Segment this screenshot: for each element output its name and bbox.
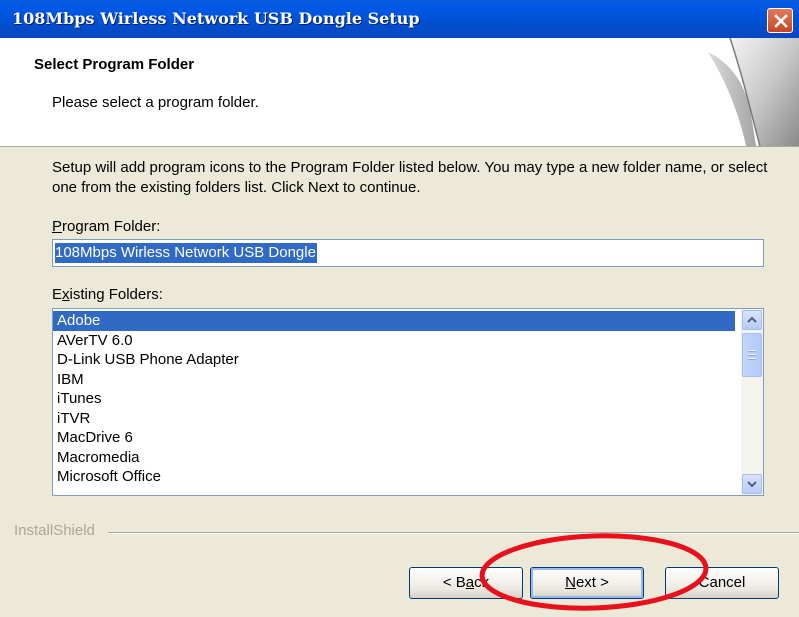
folder-list-item[interactable]: iTVR bbox=[53, 409, 735, 429]
folder-list-item[interactable]: Macromedia bbox=[53, 448, 735, 468]
existing-folders-list[interactable]: Adobe AVerTV 6.0 D-Link USB Phone Adapte… bbox=[52, 308, 764, 496]
chevron-down-icon bbox=[747, 481, 757, 488]
chevron-up-icon bbox=[747, 316, 757, 323]
program-folder-input[interactable]: 108Mbps Wirless Network USB Dongle bbox=[52, 239, 764, 267]
program-folder-label: Program Folder: bbox=[52, 218, 161, 235]
next-button[interactable]: Next > bbox=[530, 567, 644, 599]
program-folder-value: 108Mbps Wirless Network USB Dongle bbox=[55, 243, 317, 263]
scrollbar-thumb[interactable] bbox=[742, 333, 762, 377]
folder-list-item[interactable]: D-Link USB Phone Adapter bbox=[53, 350, 735, 370]
instructions-text: Setup will add program icons to the Prog… bbox=[52, 159, 768, 196]
page-subtitle: Please select a program folder. bbox=[52, 94, 259, 111]
existing-folders-label: Existing Folders: bbox=[52, 286, 163, 303]
back-button[interactable]: < Back bbox=[409, 567, 523, 599]
window-title: 108Mbps Wirless Network USB Dongle Setup bbox=[12, 9, 420, 28]
folder-list-item[interactable]: IBM bbox=[53, 370, 735, 390]
close-icon bbox=[774, 14, 788, 28]
vertical-scrollbar[interactable] bbox=[741, 309, 763, 495]
installshield-page-curl-graphic bbox=[708, 38, 799, 146]
page-title: Select Program Folder bbox=[34, 56, 195, 73]
scroll-down-button[interactable] bbox=[742, 474, 762, 494]
folder-list-item[interactable]: Adobe bbox=[53, 311, 735, 331]
installshield-brand: InstallShield bbox=[14, 522, 101, 539]
setup-dialog: 108Mbps Wirless Network USB Dongle Setup… bbox=[0, 0, 799, 617]
close-button[interactable] bbox=[767, 8, 793, 33]
header-panel: Select Program Folder Please select a pr… bbox=[0, 38, 799, 147]
footer-divider bbox=[108, 532, 799, 534]
folder-list-item[interactable]: AVerTV 6.0 bbox=[53, 331, 735, 351]
cancel-button[interactable]: Cancel bbox=[665, 567, 779, 599]
folder-list-item[interactable]: Microsoft Office bbox=[53, 467, 735, 487]
folder-list-item[interactable]: MacDrive 6 bbox=[53, 428, 735, 448]
scroll-up-button[interactable] bbox=[742, 310, 762, 330]
folder-list-item[interactable]: iTunes bbox=[53, 389, 735, 409]
title-bar[interactable]: 108Mbps Wirless Network USB Dongle Setup bbox=[0, 0, 799, 38]
